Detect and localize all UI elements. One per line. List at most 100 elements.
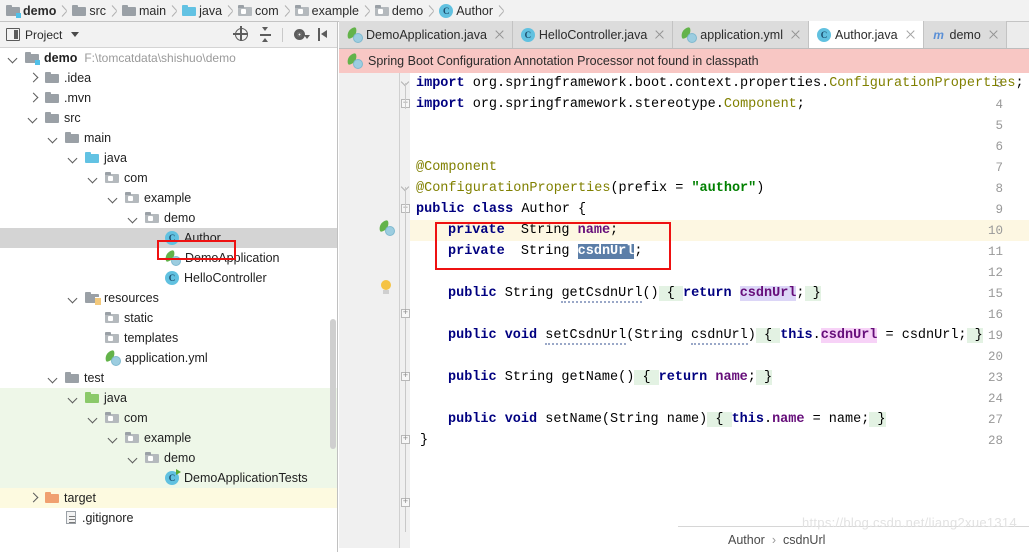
breadcrumb-item-main[interactable]: main: [122, 0, 182, 22]
chevron-down-icon[interactable]: [68, 393, 79, 404]
package-icon: [105, 312, 119, 324]
tree-item-com[interactable]: com: [0, 408, 337, 428]
tree-item-demo[interactable]: demo: [0, 208, 337, 228]
breadcrumb-item-example[interactable]: example: [294, 0, 375, 22]
breadcrumb-item-demo[interactable]: demo: [6, 0, 72, 22]
breadcrumb-label: demo: [23, 3, 57, 18]
tree-item-resources[interactable]: resources: [0, 288, 337, 308]
project-view-selector[interactable]: Project: [6, 28, 80, 42]
tree-item-main[interactable]: main: [0, 128, 337, 148]
folder-icon: [45, 72, 59, 84]
breadcrumb-label: example: [311, 3, 359, 18]
chevron-down-icon[interactable]: [128, 213, 139, 224]
breadcrumb-item-demo-pkg[interactable]: demo: [374, 0, 439, 22]
chevron-right-icon[interactable]: [28, 73, 39, 84]
collapse-all-icon[interactable]: [258, 27, 273, 42]
tree-item-example[interactable]: example: [0, 188, 337, 208]
tree-item-label: main: [84, 131, 112, 145]
code-editor[interactable]: 34567891011121516192023242728 − − + + + …: [339, 73, 1029, 548]
close-icon[interactable]: [494, 29, 505, 40]
locate-target-icon[interactable]: [233, 26, 249, 42]
package-icon: [145, 212, 159, 224]
tree-item--idea[interactable]: .idea: [0, 68, 337, 88]
fold-plus-icon[interactable]: +: [401, 372, 410, 381]
maven-module-icon: m: [933, 27, 944, 42]
tree-item-author[interactable]: C Author: [0, 228, 337, 248]
hide-panel-icon[interactable]: [316, 27, 331, 42]
chevron-down-icon[interactable]: [108, 193, 119, 204]
tree-item-label: com: [124, 171, 148, 185]
tree-item-hellocontroller[interactable]: C HelloController: [0, 268, 337, 288]
tree-item-java[interactable]: java: [0, 148, 337, 168]
breadcrumb-item-java[interactable]: java: [182, 0, 238, 22]
chevron-down-icon[interactable]: [88, 173, 99, 184]
tree-item-label: demo: [164, 211, 196, 225]
scrollbar-thumb[interactable]: [330, 319, 336, 449]
tree-item-static[interactable]: static: [0, 308, 337, 328]
breadcrumb-label: demo: [391, 3, 424, 18]
tree-item-test[interactable]: test: [0, 368, 337, 388]
fold-plus-icon[interactable]: +: [401, 498, 410, 507]
chevron-down-icon[interactable]: [48, 373, 59, 384]
chevron-down-icon[interactable]: [68, 293, 79, 304]
settings-gear-icon[interactable]: [292, 27, 310, 42]
tree-item-demo[interactable]: demo F:\tomcatdata\shishuo\demo: [0, 48, 337, 68]
chevron-right-icon[interactable]: [28, 93, 39, 104]
fold-plus-icon[interactable]: +: [401, 309, 410, 318]
close-icon[interactable]: [905, 29, 916, 40]
tree-item-demoapplicationtests[interactable]: C DemoApplicationTests: [0, 468, 337, 488]
tab-hellocontroller-java[interactable]: C HelloController.java: [512, 21, 674, 48]
tree-item--mvn[interactable]: .mvn: [0, 88, 337, 108]
tree-item-java[interactable]: java: [0, 388, 337, 408]
chevron-down-icon[interactable]: [128, 453, 139, 464]
spring-bean-gutter-icon[interactable]: [378, 220, 396, 237]
tree-item-application-yml[interactable]: application.yml: [0, 348, 337, 368]
tab-label: demo: [949, 27, 981, 42]
breadcrumb-item-com[interactable]: com: [238, 0, 295, 22]
tree-item-com[interactable]: com: [0, 168, 337, 188]
tab-application-yml[interactable]: application.yml: [673, 21, 809, 48]
chevron-right-icon[interactable]: [28, 493, 39, 504]
breadcrumb-member-label[interactable]: csdnUrl: [783, 533, 825, 547]
editor-warning-banner[interactable]: Spring Boot Configuration Annotation Pro…: [339, 49, 1029, 73]
chevron-down-icon[interactable]: [8, 53, 19, 64]
tree-item-label: example: [144, 431, 192, 445]
tree-item-templates[interactable]: templates: [0, 328, 337, 348]
chevron-down-icon[interactable]: [48, 133, 59, 144]
close-icon[interactable]: [988, 29, 999, 40]
chevron-down-icon: [71, 32, 80, 37]
tab-author-java[interactable]: C Author.java: [808, 21, 924, 48]
code-text-layer[interactable]: import org.springframework.boot.context.…: [410, 73, 1029, 548]
tab-demoapplication-java[interactable]: DemoApplication.java: [339, 21, 513, 48]
tree-item-target[interactable]: target: [0, 488, 337, 508]
tree-item--gitignore[interactable]: .gitignore: [0, 508, 337, 528]
tree-item-src[interactable]: src: [0, 108, 337, 128]
breadcrumb-item-author[interactable]: C Author: [439, 0, 509, 22]
fold-range-line: [405, 187, 406, 532]
chevron-down-icon[interactable]: [68, 153, 79, 164]
breadcrumb-item-src[interactable]: src: [72, 0, 122, 22]
project-tree[interactable]: demo F:\tomcatdata\shishuo\demo .idea .mvn s…: [0, 48, 337, 552]
breadcrumb-class-label[interactable]: Author: [728, 533, 765, 547]
project-tree-scrollbar[interactable]: [330, 49, 336, 552]
java-class-icon: C: [816, 27, 831, 42]
folder-test-source-icon: [85, 392, 99, 404]
close-icon[interactable]: [654, 29, 665, 40]
tree-item-label: .idea: [64, 71, 92, 85]
editor-gutter[interactable]: [339, 73, 410, 548]
close-icon[interactable]: [790, 29, 801, 40]
tree-item-path: F:\tomcatdata\shishuo\demo: [84, 51, 236, 65]
tab-demo-maven[interactable]: m demo: [923, 21, 1007, 48]
tree-item-demoapplication[interactable]: DemoApplication: [0, 248, 337, 268]
package-icon: [105, 412, 119, 424]
project-toolbar-actions: [233, 26, 331, 42]
tree-item-example[interactable]: example: [0, 428, 337, 448]
chevron-down-icon[interactable]: [28, 113, 39, 124]
java-class-icon: C: [165, 231, 179, 245]
intention-bulb-icon[interactable]: [379, 280, 393, 296]
chevron-down-icon[interactable]: [88, 413, 99, 424]
fold-plus-icon[interactable]: +: [401, 435, 410, 444]
tree-item-demo[interactable]: demo: [0, 448, 337, 468]
chevron-down-icon[interactable]: [108, 433, 119, 444]
